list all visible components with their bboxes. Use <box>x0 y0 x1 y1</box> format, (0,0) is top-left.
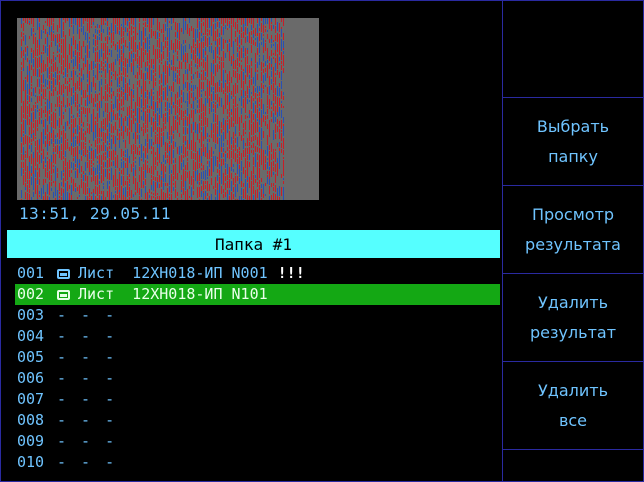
scan-timestamp: 13:51, 29.05.11 <box>19 204 171 223</box>
list-item-empty: - - - <box>57 348 118 366</box>
softkey-label-line1: Удалить <box>538 380 608 400</box>
list-item-number: 005 <box>17 348 45 366</box>
list-item-empty: - - - <box>57 453 118 471</box>
list-item-009[interactable]: 009 - - - <box>15 431 500 452</box>
list-item-number: 001 <box>17 264 45 282</box>
folder-title-bar: Папка #1 <box>7 230 500 258</box>
list-item-002[interactable]: 002 Лист 12ХН018-ИП N101 <box>15 284 500 305</box>
folder-title: Папка #1 <box>214 234 293 254</box>
select-folder-button[interactable]: Выбрать папку <box>503 97 643 185</box>
result-list: 001 Лист 12ХН018-ИП N001 !!! 002 Лист 12… <box>15 263 500 473</box>
softkey-label-line2: все <box>558 410 588 430</box>
softkey-label-line2: результата <box>525 234 621 254</box>
list-item-name: Лист 12ХН018-ИП N001 <box>78 264 268 282</box>
list-item-empty: - - - <box>57 411 118 429</box>
list-item-number: 007 <box>17 390 45 408</box>
list-item-number: 009 <box>17 432 45 450</box>
folder-icon <box>57 289 70 300</box>
softkey-panel: Выбрать папку Просмотр результата Удалит… <box>502 0 644 482</box>
list-item-number: 004 <box>17 327 45 345</box>
list-item-003[interactable]: 003 - - - <box>15 305 500 326</box>
list-item-empty: - - - <box>57 327 118 345</box>
list-item-empty: - - - <box>57 432 118 450</box>
scan-preview-image <box>17 18 319 200</box>
list-item-number: 006 <box>17 369 45 387</box>
warning-flag: !!! <box>277 264 305 282</box>
list-item-001[interactable]: 001 Лист 12ХН018-ИП N001 !!! <box>15 263 500 284</box>
list-item-007[interactable]: 007 - - - <box>15 389 500 410</box>
softkey-6[interactable] <box>503 449 643 481</box>
list-item-number: 003 <box>17 306 45 324</box>
list-item-name: Лист 12ХН018-ИП N101 <box>78 285 268 303</box>
softkey-label-line1: Удалить <box>538 292 608 312</box>
softkey-1[interactable] <box>503 1 643 97</box>
softkey-label-line2: папку <box>548 146 598 166</box>
list-item-008[interactable]: 008 - - - <box>15 410 500 431</box>
delete-result-button[interactable]: Удалить результат <box>503 273 643 361</box>
softkey-label-line1: Выбрать <box>536 116 610 136</box>
softkey-label-line2: результат <box>529 322 617 342</box>
list-item-006[interactable]: 006 - - - <box>15 368 500 389</box>
folder-icon <box>57 268 70 279</box>
list-item-empty: - - - <box>57 306 118 324</box>
list-item-number: 008 <box>17 411 45 429</box>
list-item-number: 002 <box>17 285 45 303</box>
list-item-empty: - - - <box>57 369 118 387</box>
list-item-number: 010 <box>17 453 45 471</box>
softkey-label-line1: Просмотр <box>531 204 615 224</box>
scan-preview-svg <box>17 18 319 200</box>
main-panel: 13:51, 29.05.11 Папка #1 001 Лист 12ХН01… <box>0 0 502 482</box>
list-item-010[interactable]: 010 - - - <box>15 452 500 473</box>
list-item-005[interactable]: 005 - - - <box>15 347 500 368</box>
list-item-004[interactable]: 004 - - - <box>15 326 500 347</box>
delete-all-button[interactable]: Удалить все <box>503 361 643 449</box>
list-item-empty: - - - <box>57 390 118 408</box>
view-result-button[interactable]: Просмотр результата <box>503 185 643 273</box>
